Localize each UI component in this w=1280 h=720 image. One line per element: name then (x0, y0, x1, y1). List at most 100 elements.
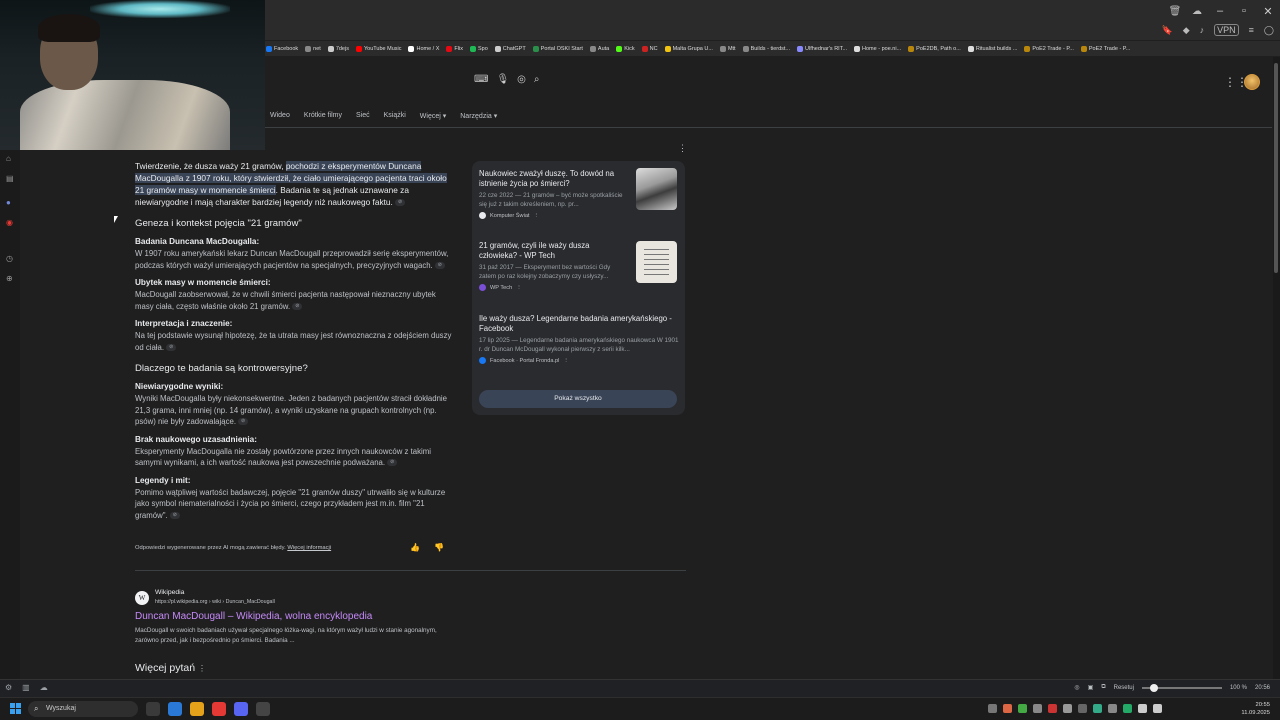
card-title[interactable]: Naukowiec zważył duszę. To dowód na istn… (479, 169, 625, 189)
search-icon[interactable]: ⌕ (534, 74, 540, 85)
more-info-link[interactable]: Więcej informacji (287, 545, 331, 551)
vivaldi-icon[interactable] (212, 702, 226, 716)
lens-icon[interactable]: ◎ (517, 74, 526, 85)
task-view-icon[interactable] (146, 702, 160, 716)
bookmark-item[interactable]: Spo (469, 45, 488, 52)
link-icon[interactable]: ⊘ (395, 199, 406, 207)
bookmark-item[interactable]: Auta (589, 45, 609, 52)
cloud-sync-icon[interactable]: ☁ (40, 683, 48, 692)
result-title-link[interactable]: Duncan MacDougall – Wikipedia, wolna enc… (135, 611, 372, 622)
bookmark-item[interactable]: Ulfhednar's RIT... (797, 45, 847, 52)
link-icon[interactable]: ⊘ (169, 511, 180, 519)
bookmark-item[interactable]: Flix (446, 45, 463, 52)
microphone-icon[interactable]: 🎙 (496, 74, 509, 85)
tray-icon[interactable] (1048, 704, 1057, 713)
trash-icon[interactable]: 🗑 (1164, 6, 1186, 17)
bookmark-item[interactable]: Builds - tierdst... (742, 45, 790, 52)
sidebar-discord-icon[interactable]: ● (6, 198, 11, 207)
tray-icon[interactable] (1123, 704, 1132, 713)
sidebar-history-icon[interactable]: ◷ (6, 254, 13, 263)
result-url[interactable]: https://pl.wikipedia.org › wiki › Duncan… (155, 599, 275, 605)
page-actions-icon[interactable]: ⧉ (1101, 684, 1105, 691)
zoom-slider-knob[interactable] (1149, 683, 1158, 692)
link-icon[interactable]: ⊘ (387, 459, 398, 467)
bookmark-item[interactable]: Facebook (266, 45, 298, 52)
sidebar-plus-icon[interactable]: ⊕ (6, 274, 13, 283)
maximize-button[interactable]: ▫ (1232, 5, 1256, 18)
bookmark-item[interactable]: net (305, 45, 321, 52)
bookmark-item[interactable]: Malta Grupa U... (664, 45, 713, 52)
bookmark-icon[interactable]: 🔖 (1162, 25, 1173, 36)
tray-icon[interactable] (1003, 704, 1012, 713)
tray-icon[interactable] (1033, 704, 1042, 713)
bookmark-item[interactable]: Home - poe.ni... (854, 45, 901, 52)
tray-icon[interactable] (1063, 704, 1072, 713)
zoom-level[interactable]: 100 % (1230, 685, 1247, 691)
close-button[interactable]: ✕ (1256, 5, 1280, 18)
ai-more-icon[interactable]: ⋮ (678, 143, 687, 154)
discord-icon[interactable] (234, 702, 248, 716)
card-thumbnail[interactable] (636, 241, 677, 283)
panel-toggle-icon[interactable]: ⚙ (5, 683, 12, 692)
link-icon[interactable]: ⊘ (166, 343, 177, 351)
card-title[interactable]: Ile waży dusza? Legendarne badania amery… (479, 314, 679, 334)
search-tab[interactable]: Sieć (356, 112, 370, 120)
zoom-reset-button[interactable]: Resetuj (1114, 685, 1134, 691)
keyboard-icon[interactable]: ⌨ (474, 74, 488, 85)
thumbs-down-icon[interactable]: 👎 (434, 543, 444, 552)
tray-icon[interactable] (1093, 704, 1102, 713)
search-tab[interactable]: Książki (384, 112, 406, 120)
menu-icon[interactable]: ≡ (1249, 25, 1254, 35)
file-explorer-icon[interactable] (190, 702, 204, 716)
cloud-icon[interactable]: ☁ (1186, 6, 1208, 17)
sidebar-home-icon[interactable]: ⌂ (6, 154, 11, 163)
sidebar-notes-icon[interactable]: ▤ (6, 174, 14, 183)
search-tab[interactable]: Wideo (270, 112, 290, 120)
scrollbar-thumb[interactable] (1274, 63, 1278, 273)
tiling-icon[interactable]: ▥ (22, 683, 30, 692)
sidebar-vivaldi-icon[interactable]: ◉ (6, 218, 13, 227)
bookmark-item[interactable]: Portal OSKI Start (532, 45, 583, 52)
sound-icon[interactable]: ♪ (1200, 25, 1205, 35)
minimize-button[interactable]: – (1208, 5, 1232, 18)
source-card[interactable]: Ile waży dusza? Legendarne badania amery… (479, 314, 679, 364)
card-more-icon[interactable]: ⋮ (516, 285, 522, 291)
tray-icon[interactable] (1108, 704, 1117, 713)
bookmark-item[interactable]: YouTube Music (355, 45, 401, 52)
wifi-icon[interactable] (1138, 704, 1147, 713)
profile-icon[interactable]: ◯ (1264, 25, 1274, 36)
more-questions-menu-icon[interactable]: ⋮ (198, 664, 206, 673)
bookmark-item[interactable]: ChatGPT (494, 45, 526, 52)
bookmark-item[interactable]: Mtt (719, 45, 736, 52)
extension-icon[interactable]: ◆ (1183, 25, 1190, 36)
thumbs-up-icon[interactable]: 👍 (410, 543, 420, 552)
avatar[interactable] (1244, 74, 1260, 90)
bookmark-item[interactable]: 7dejs (327, 45, 349, 52)
edge-icon[interactable] (168, 702, 182, 716)
volume-icon[interactable] (1153, 704, 1162, 713)
vpn-badge[interactable]: VPN (1214, 24, 1239, 36)
bookmark-item[interactable]: NC (641, 45, 658, 52)
link-icon[interactable]: ⊘ (434, 261, 445, 269)
bookmark-item[interactable]: PoE2DB, Path o... (908, 45, 961, 52)
card-thumbnail[interactable] (636, 168, 677, 210)
bookmark-item[interactable]: Kick (616, 45, 635, 52)
taskbar-search[interactable]: ⌕ Wyszukaj (28, 701, 138, 717)
link-icon[interactable]: ⊘ (292, 302, 303, 310)
tray-icon[interactable] (1018, 704, 1027, 713)
tray-icon[interactable] (1078, 704, 1087, 713)
card-more-icon[interactable]: ⋮ (563, 358, 569, 364)
bookmark-item[interactable]: Ritualist builds ... (967, 45, 1017, 52)
images-icon[interactable]: ▣ (1088, 684, 1094, 691)
search-tab[interactable]: Więcej ▾ (420, 112, 446, 120)
link-icon[interactable]: ⊘ (238, 418, 249, 426)
search-tab[interactable]: Krótkie filmy (304, 112, 342, 120)
card-title[interactable]: 21 gramów, czyli ile waży dusza człowiek… (479, 241, 625, 261)
zoom-slider[interactable] (1141, 683, 1222, 692)
bookmark-item[interactable]: Home / X (408, 45, 439, 52)
card-more-icon[interactable]: ⋮ (533, 213, 539, 219)
start-button[interactable] (10, 703, 22, 715)
app-icon[interactable] (256, 702, 270, 716)
bookmark-item[interactable]: PoE2 Trade - P... (1024, 45, 1074, 52)
search-tab[interactable]: Narzędzia ▾ (460, 112, 497, 120)
